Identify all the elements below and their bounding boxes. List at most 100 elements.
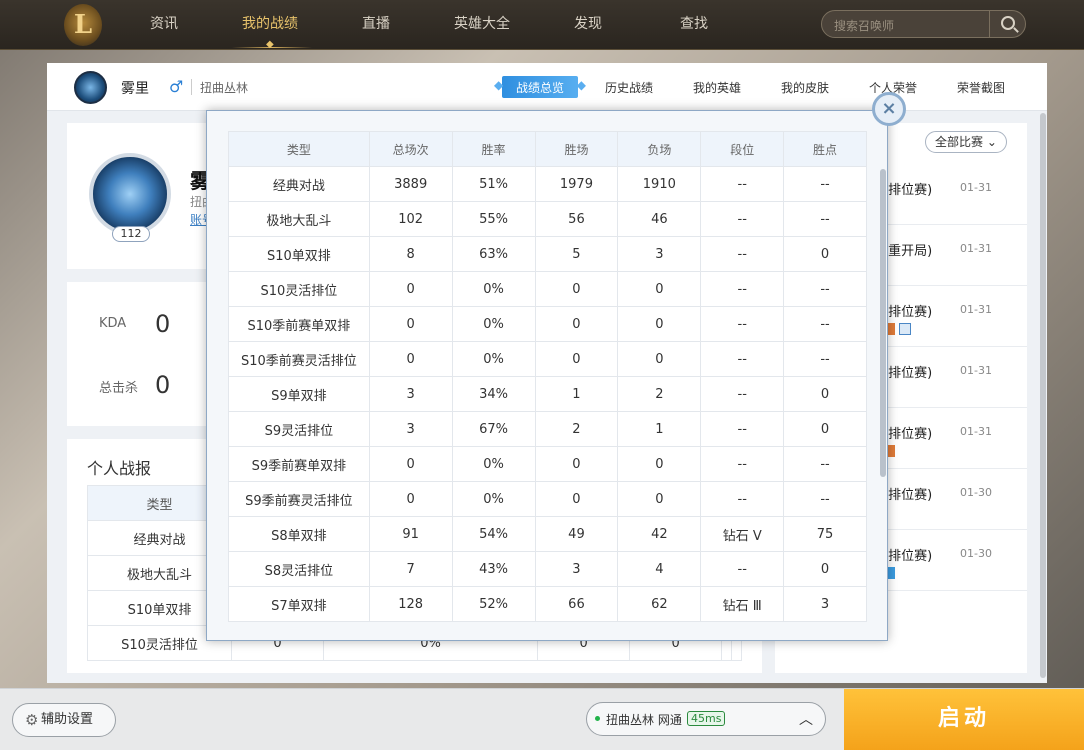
- avatar[interactable]: [74, 71, 107, 104]
- nav-champions[interactable]: 英雄大全: [454, 0, 510, 50]
- row-type: S8灵活排位: [228, 551, 370, 587]
- nav-lookup[interactable]: 查找: [680, 0, 708, 50]
- table-cell: 2: [534, 411, 619, 447]
- table-cell: --: [700, 166, 785, 202]
- match-filter-dropdown[interactable]: 全部比赛 ⌄: [925, 131, 1007, 153]
- table-row: S9灵活排位 3 67% 2 1 -- 0: [228, 411, 867, 447]
- table-cell: 75: [783, 516, 867, 552]
- match-date: 01-30: [960, 547, 992, 560]
- table-cell: 55%: [451, 201, 536, 237]
- image-icon[interactable]: [899, 323, 911, 335]
- table-cell: 51%: [451, 166, 536, 202]
- table-cell: 钻石 Ⅲ: [700, 586, 785, 622]
- season-stats-modal: 类型 总场次 胜率 胜场 负场 段位 胜点 经典对战 3889 51% 1979 1910 -- -- 极地…: [206, 110, 888, 641]
- gear-icon: ⚙: [25, 711, 39, 729]
- modal-scrollbar[interactable]: [880, 169, 886, 477]
- assist-label: 辅助设置: [41, 712, 94, 727]
- table-row: S10季前赛灵活排位 0 0% 0 0 -- --: [228, 341, 867, 377]
- table-cell: 1979: [534, 166, 619, 202]
- table-cell: --: [700, 271, 785, 307]
- table-cell: 0%: [451, 306, 536, 342]
- table-cell: 128: [368, 586, 453, 622]
- table-row: S10单双排 8 63% 5 3 -- 0: [228, 236, 867, 272]
- table-cell: 1: [534, 376, 619, 412]
- table-cell: --: [783, 306, 867, 342]
- table-cell: 0: [617, 306, 702, 342]
- row-type: S7单双排: [228, 586, 370, 622]
- table-row: S9季前赛灵活排位 0 0% 0 0 -- --: [228, 481, 867, 517]
- summoner-search[interactable]: 搜索召唤师: [821, 10, 1026, 38]
- table-row: S8单双排 91 54% 49 42 钻石 V 75: [228, 516, 867, 552]
- table-cell: 0: [534, 341, 619, 377]
- table-cell: 1910: [617, 166, 702, 202]
- nav-news[interactable]: 资讯: [150, 0, 178, 50]
- table-cell: --: [783, 271, 867, 307]
- server-selector[interactable]: 扭曲丛林 网通 45ms ︿: [586, 702, 826, 736]
- match-date: 01-31: [960, 364, 992, 377]
- row-type: S9单双排: [228, 376, 370, 412]
- table-row: 经典对战 3889 51% 1979 1910 -- --: [228, 166, 867, 202]
- match-mode: (排位赛): [883, 183, 933, 198]
- row-type: S10灵活排位: [228, 271, 370, 307]
- table-cell: 0%: [451, 271, 536, 307]
- column-header: 类型: [228, 131, 370, 167]
- row-type: S10季前赛单双排: [228, 306, 370, 342]
- table-cell: 91: [368, 516, 453, 552]
- table-cell: 63%: [451, 236, 536, 272]
- table-cell: --: [700, 201, 785, 237]
- lol-logo-icon[interactable]: L: [64, 4, 102, 46]
- tab-my-skins[interactable]: 我的皮肤: [781, 79, 829, 96]
- table-cell: 0: [617, 446, 702, 482]
- table-cell: 0: [534, 446, 619, 482]
- column-header: 总场次: [368, 131, 453, 167]
- table-cell: 3: [617, 236, 702, 272]
- table-cell: 8: [368, 236, 453, 272]
- tab-overview[interactable]: 战绩总览: [494, 76, 586, 98]
- nav-discover[interactable]: 发现: [574, 0, 602, 50]
- table-cell: 49: [534, 516, 619, 552]
- table-row: S7单双排 128 52% 66 62 钻石 Ⅲ3: [228, 586, 867, 622]
- page-scrollbar[interactable]: [1040, 113, 1046, 678]
- table-cell: 3: [368, 411, 453, 447]
- chevron-up-icon: ︿: [799, 712, 813, 728]
- tab-history[interactable]: 历史战绩: [605, 79, 653, 96]
- table-row: S9季前赛单双排 0 0% 0 0 -- --: [228, 446, 867, 482]
- table-cell: 0%: [451, 446, 536, 482]
- table-cell: 54%: [451, 516, 536, 552]
- table-cell: --: [700, 446, 785, 482]
- tab-my-champions[interactable]: 我的英雄: [693, 79, 741, 96]
- table-row: S9单双排 3 34% 1 2 -- 0: [228, 376, 867, 412]
- divider: [191, 79, 192, 95]
- table-cell: 0: [617, 271, 702, 307]
- profile-avatar[interactable]: [89, 153, 171, 235]
- tab-honor-screenshots[interactable]: 荣誉截图: [957, 79, 1005, 96]
- nav-live[interactable]: 直播: [362, 0, 390, 50]
- kills-label: 总击杀: [99, 381, 139, 396]
- row-type: 经典对战: [228, 166, 370, 202]
- table-cell: 0: [783, 376, 867, 412]
- table-cell: --: [700, 236, 785, 272]
- table-cell: --: [783, 481, 867, 517]
- table-row: S8灵活排位 7 43% 3 4 -- 0: [228, 551, 867, 587]
- table-cell: 0: [368, 341, 453, 377]
- table-cell: --: [783, 341, 867, 377]
- table-cell: 0: [617, 481, 702, 517]
- table-cell: 0: [534, 481, 619, 517]
- table-cell: 0: [368, 306, 453, 342]
- search-input[interactable]: 搜索召唤师: [834, 17, 894, 34]
- table-cell: --: [783, 446, 867, 482]
- close-icon[interactable]: ×: [872, 92, 906, 126]
- table-cell: 3889: [368, 166, 453, 202]
- table-cell: 0: [368, 271, 453, 307]
- table-cell: 4: [617, 551, 702, 587]
- table-cell: 56: [534, 201, 619, 237]
- match-mode: (重开局): [883, 244, 933, 259]
- table-cell: --: [700, 551, 785, 587]
- assist-settings-button[interactable]: ⚙ 辅助设置: [12, 703, 116, 737]
- table-row: S10季前赛单双排 0 0% 0 0 -- --: [228, 306, 867, 342]
- column-header: 负场: [617, 131, 702, 167]
- table-cell: 3: [368, 376, 453, 412]
- ping-badge: 45ms: [687, 711, 726, 726]
- start-button[interactable]: 启动: [844, 689, 1084, 750]
- table-cell: 0%: [451, 481, 536, 517]
